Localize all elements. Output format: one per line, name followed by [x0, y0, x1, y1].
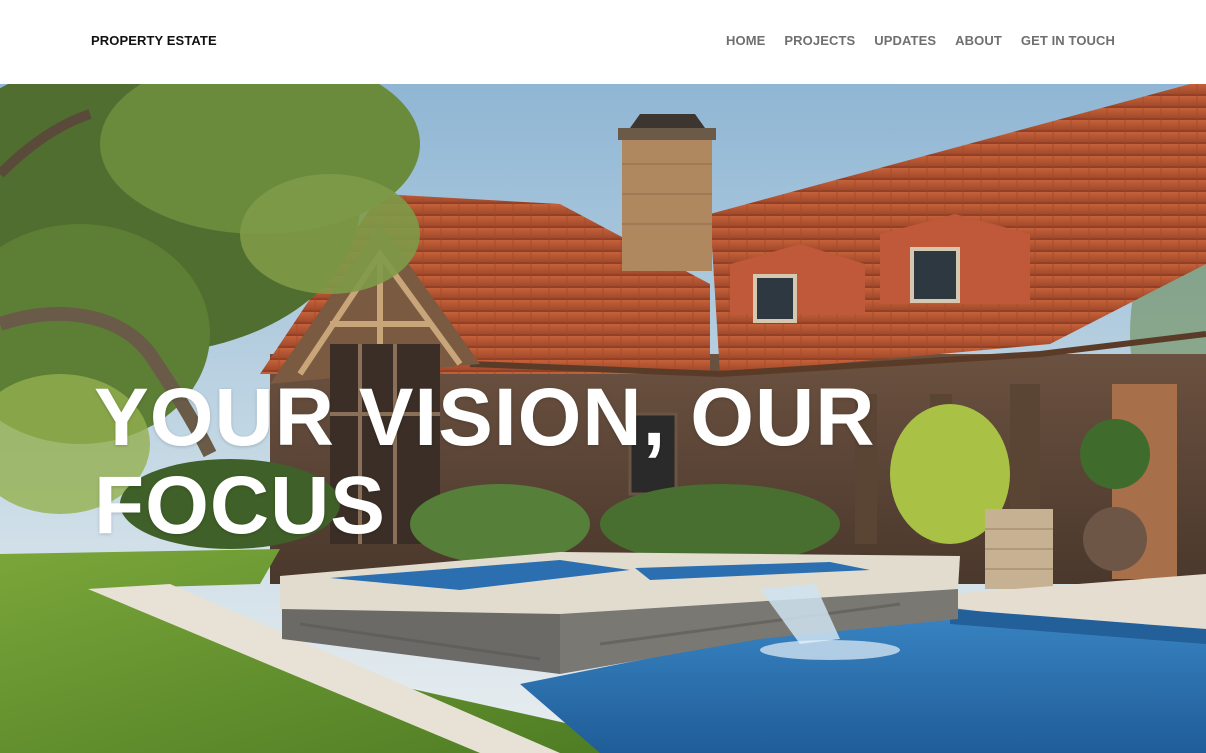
page: PROPERTY ESTATE HOME PROJECTS UPDATES AB…	[0, 0, 1206, 753]
hero-headline: YOUR VISION, OUR FOCUS	[94, 374, 914, 550]
nav-projects[interactable]: PROJECTS	[784, 33, 855, 48]
hero-section: YOUR VISION, OUR FOCUS	[0, 84, 1206, 753]
nav-updates[interactable]: UPDATES	[874, 33, 936, 48]
hero-headline-line-2: FOCUS	[94, 460, 386, 551]
nav-about[interactable]: ABOUT	[955, 33, 1002, 48]
main-nav: HOME PROJECTS UPDATES ABOUT GET IN TOUCH	[726, 33, 1115, 48]
nav-home[interactable]: HOME	[726, 33, 765, 48]
nav-get-in-touch[interactable]: GET IN TOUCH	[1021, 33, 1115, 48]
hero-headline-line-1: YOUR VISION, OUR	[94, 372, 876, 463]
brand-logo[interactable]: PROPERTY ESTATE	[91, 33, 217, 48]
site-header: PROPERTY ESTATE HOME PROJECTS UPDATES AB…	[0, 0, 1206, 84]
